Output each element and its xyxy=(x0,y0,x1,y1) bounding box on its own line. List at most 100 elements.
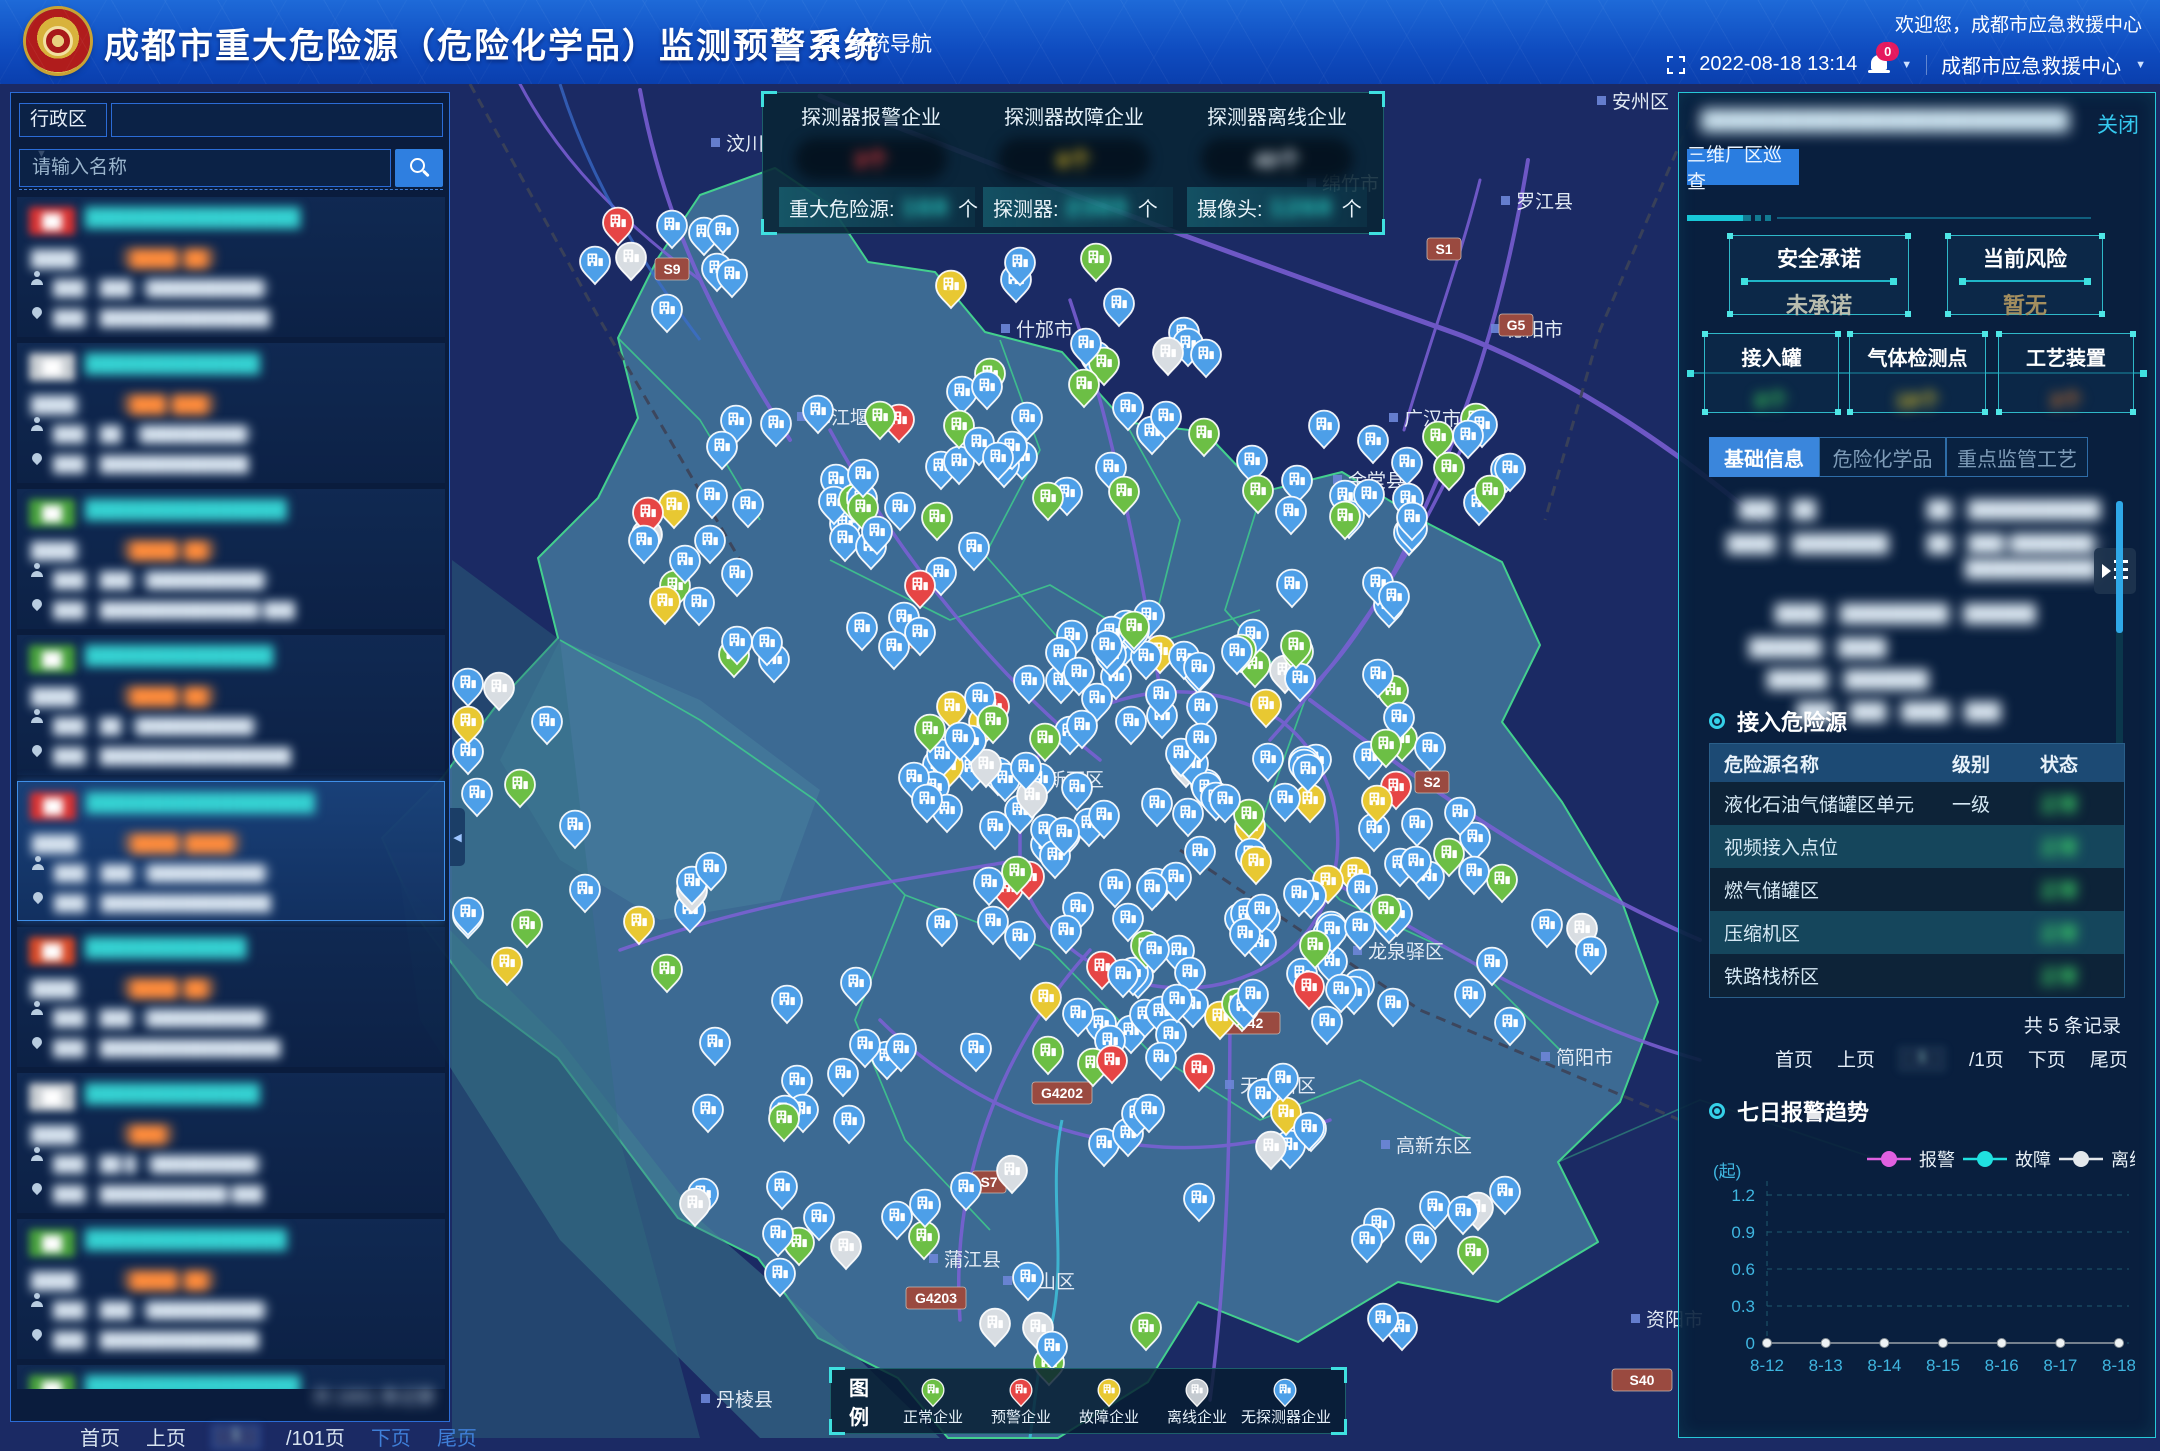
contact-person: ███：███（███████████） xyxy=(54,862,280,883)
svg-text:8-14: 8-14 xyxy=(1867,1356,1901,1375)
svg-text:8-12: 8-12 xyxy=(1750,1356,1784,1375)
svg-text:8-16: 8-16 xyxy=(1985,1356,2019,1375)
region-filter-value-box[interactable] xyxy=(111,103,443,137)
company-list-item[interactable]: █████████████████████：【████·██】███：███（█… xyxy=(17,1219,445,1359)
search-button[interactable] xyxy=(395,149,443,187)
status-badge: ██ xyxy=(29,1375,75,1389)
page-number-input[interactable]: 1 xyxy=(212,1425,260,1449)
legend-label: 无探测器企业 xyxy=(1241,1406,1329,1427)
svg-text:安州区: 安州区 xyxy=(1612,91,1669,113)
basic-info-block: ███：██ ██：███████████ ████：████████ ██：███-… xyxy=(1709,493,2101,705)
info-field: ██：███-███████ / xyxy=(1927,529,2104,554)
search-icon xyxy=(410,158,425,173)
hazard-type-label: ████： xyxy=(31,537,92,561)
location-icon xyxy=(30,597,44,611)
system-nav-button[interactable]: 系统导航 xyxy=(822,28,932,58)
prev-page-link[interactable]: 上页 xyxy=(1837,1045,1875,1072)
first-page-link[interactable]: 首页 xyxy=(1775,1045,1813,1072)
svg-text:G5: G5 xyxy=(1507,317,1526,333)
page-number-input[interactable]: 1 xyxy=(1899,1047,1945,1071)
company-list-item[interactable]: ███████████████████：【███】███：██ █（██████… xyxy=(17,1073,445,1213)
legend-label: 正常企业 xyxy=(889,1406,977,1427)
company-list-item[interactable]: █████████████████████：【████·██】███：███（█… xyxy=(17,489,445,629)
company-list-item[interactable]: ███████████████████：【███·███】███：██ （███… xyxy=(17,343,445,483)
company-list-item[interactable]: ████████████████████：【████·██】███：██（███… xyxy=(17,635,445,775)
grid-nav-icon xyxy=(822,35,839,52)
sidebar-collapse-handle[interactable]: ◀ xyxy=(450,808,465,866)
prev-page-link[interactable]: 上页 xyxy=(146,1422,186,1451)
status-badge: ██ xyxy=(29,499,75,527)
fullscreen-icon[interactable] xyxy=(1667,56,1685,74)
svg-text:什邡市: 什邡市 xyxy=(1016,319,1073,341)
stat-value: 40个 xyxy=(1201,138,1353,180)
svg-text:8-17: 8-17 xyxy=(2043,1356,2077,1375)
hazard-type-value: 【███·███】 xyxy=(113,390,225,415)
person-icon xyxy=(32,864,44,870)
info-field: ███：██ xyxy=(1739,495,1816,520)
contact-person: ███：███（███████████） xyxy=(53,277,279,298)
seven-day-alarm-trend-chart: (起)报警故障离线1.20.90.60.308-128-138-148-158-… xyxy=(1699,1133,2135,1433)
hazard-table-row[interactable]: 液化石油气储罐区单元一级正常 xyxy=(1710,782,2124,825)
next-page-link[interactable]: 下页 xyxy=(371,1422,411,1451)
status-card-value: 未承诺 xyxy=(1730,288,1908,320)
hazard-table-row[interactable]: 压缩机区正常 xyxy=(1710,911,2124,954)
stat-label: 探测器故障企业 xyxy=(974,101,1174,130)
hazard-type-label: ████： xyxy=(31,1121,92,1145)
enterprise-title: ████████████████████████████ xyxy=(1701,109,2069,135)
app-header: 成都市重大危险源（危险化学品）监测预警系统 系统导航 欢迎您，成都市应急救援中心… xyxy=(0,0,2160,84)
collapse-info-icon[interactable] xyxy=(2094,548,2136,594)
notification-badge: 0 xyxy=(1876,42,1899,61)
panel-scrollbar[interactable] xyxy=(2116,501,2123,753)
company-name: ██████████████ xyxy=(85,645,433,673)
svg-text:8-13: 8-13 xyxy=(1809,1356,1843,1375)
svg-text:8-15: 8-15 xyxy=(1926,1356,1960,1375)
close-panel-link[interactable]: 关闭 xyxy=(2097,109,2139,139)
map-legend: 图例 正常企业预警企业故障企业离线企业无探测器企业 xyxy=(830,1368,1346,1434)
contact-person: ███：███（███████████） xyxy=(53,1007,279,1028)
counter-box: 重大危险源:168个 xyxy=(779,187,975,227)
svg-text:1.2: 1.2 xyxy=(1731,1186,1755,1205)
contact-person: ███：██ █（██████████） xyxy=(53,1153,272,1174)
next-page-link[interactable]: 下页 xyxy=(2028,1045,2066,1072)
legend-pin-icon xyxy=(1272,1378,1298,1408)
svg-text:高新东区: 高新东区 xyxy=(1396,1135,1472,1157)
svg-text:龙泉驿区: 龙泉驿区 xyxy=(1368,941,1444,963)
company-list: ██████████████████████：【████·██】███：███（… xyxy=(17,197,445,1389)
contact-person: ███：██（███████████） xyxy=(53,715,268,736)
company-list-item[interactable]: ██████████████████████：【████·██】███：███（… xyxy=(17,197,445,337)
status-badge: ██ xyxy=(29,937,75,965)
company-list-item[interactable]: ███████████████████████：【████·████】███：█… xyxy=(17,781,445,921)
hazard-table-row[interactable]: 视频接入点位正常 xyxy=(1710,825,2124,868)
hazard-table-row[interactable]: 铁路栈桥区正常 xyxy=(1710,954,2124,997)
address: ███：████████████ ███ xyxy=(53,1183,263,1204)
stat-card: 探测器离线企业 40个 xyxy=(1177,101,1377,180)
address: ███：█████████████████ xyxy=(53,1037,281,1058)
tab-key-process[interactable]: 重点监管工艺 xyxy=(1946,437,2088,477)
hazard-type-value: 【████·██】 xyxy=(113,1266,225,1291)
user-menu[interactable]: 成都市应急救援中心 xyxy=(1941,50,2121,79)
svg-text:(起): (起) xyxy=(1713,1162,1741,1181)
first-page-link[interactable]: 首页 xyxy=(80,1422,120,1451)
region-filter-dropdown[interactable]: 行政区 ▼ xyxy=(19,103,107,137)
last-page-link[interactable]: 尾页 xyxy=(2090,1045,2128,1072)
legend-item: 正常企业 xyxy=(889,1376,977,1427)
stat-label: 探测器离线企业 xyxy=(1177,101,1377,130)
svg-text:离线: 离线 xyxy=(2111,1150,2135,1170)
3d-patrol-button[interactable]: 三维厂区巡查 xyxy=(1687,149,1799,185)
hazard-table-row[interactable]: 燃气储罐区正常 xyxy=(1710,868,2124,911)
company-list-item[interactable]: ██████████████████：【████·██】███：███（████… xyxy=(17,927,445,1067)
search-input[interactable]: 请输入名称 xyxy=(19,149,391,187)
last-page-link[interactable]: 尾页 xyxy=(437,1422,477,1451)
person-icon xyxy=(31,425,43,431)
info-field: ████：████████ xyxy=(1727,529,1889,554)
legend-label: 预警企业 xyxy=(977,1406,1065,1427)
info-field: ██：███████████ xyxy=(1927,495,2101,520)
tab-basic-info[interactable]: 基础信息 xyxy=(1709,437,1819,477)
status-badge: ██ xyxy=(29,645,75,673)
tab-hazchem[interactable]: 危险化学品 xyxy=(1819,437,1946,477)
chevron-down-icon: ▼ xyxy=(1901,59,1912,71)
stat-value: 3个 xyxy=(795,138,947,180)
hazard-table-header: 危险源名称 级别 状态 xyxy=(1710,744,2124,782)
svg-text:0.9: 0.9 xyxy=(1731,1223,1755,1242)
status-badge: ██ xyxy=(29,207,75,235)
